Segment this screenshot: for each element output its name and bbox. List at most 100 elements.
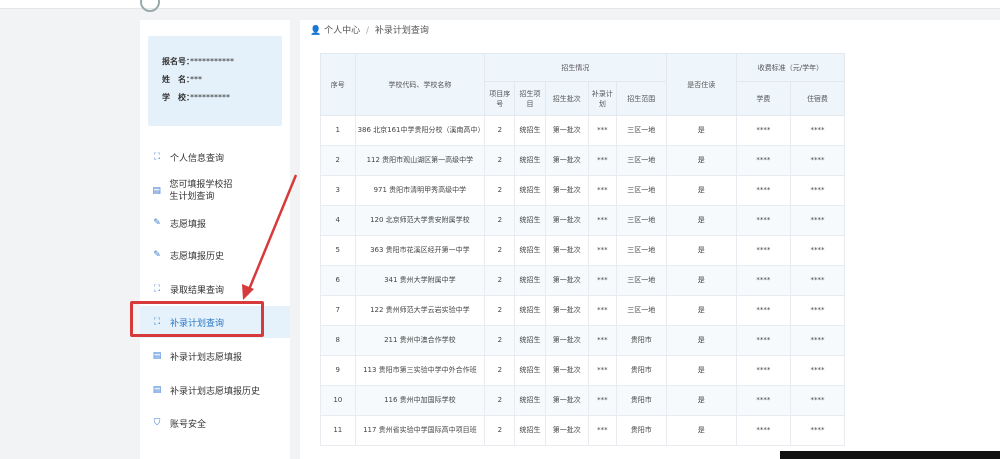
cell-boarding: 是 bbox=[665, 175, 737, 206]
cell-item-seq: 2 bbox=[484, 265, 516, 296]
col-plan: 补录计划 bbox=[587, 81, 617, 116]
cell-tuition: **** bbox=[735, 385, 791, 416]
cell-board-fee: **** bbox=[789, 265, 846, 296]
cell-tuition: **** bbox=[735, 355, 791, 386]
name-value: *** bbox=[190, 75, 202, 84]
school-row: 学 校：********** bbox=[162, 92, 230, 103]
cell-boarding: 是 bbox=[665, 145, 737, 176]
sidebar-item-apply-history[interactable]: ✎ 志愿填报历史 bbox=[140, 248, 290, 262]
breadcrumb: 👤 个人中心 / 补录计划查询 bbox=[310, 23, 429, 36]
cell-plan: *** bbox=[587, 295, 617, 326]
col-seq: 序号 bbox=[320, 53, 356, 116]
table-row: 3 971 贵阳市清明甲秀高级中学 2 统招生 第一批次 *** 三区一地是 **** **** bbox=[320, 175, 846, 206]
cell-tuition: **** bbox=[735, 235, 791, 266]
sidebar-item-apply[interactable]: ✎ 志愿填报 bbox=[140, 216, 290, 230]
cell-plan: *** bbox=[587, 175, 617, 206]
cell-item: 统招生 bbox=[514, 145, 546, 176]
cell-item: 统招生 bbox=[514, 115, 546, 146]
cell-seq: 1 bbox=[320, 115, 356, 146]
cell-boarding: 是 bbox=[665, 235, 737, 266]
cell-batch: 第一批次 bbox=[544, 175, 589, 206]
scan-icon: ⛶ bbox=[153, 284, 161, 294]
sidebar-item-supplement-history[interactable]: ▤ 补录计划志愿填报历史 bbox=[140, 383, 290, 397]
sidebar-item-admission-result[interactable]: ⛶ 录取结果查询 bbox=[140, 282, 290, 296]
highlight-box bbox=[130, 301, 264, 337]
table-row: 7 122 贵州师范大学云岩实验中学 2 统招生 第一批次 *** 三区一地是 **** ***… bbox=[320, 295, 846, 326]
table-row: 11 117 贵州省实验中学国际高中项目班 2 统招生 第一批次 *** 贵阳市是 **** *… bbox=[320, 415, 846, 446]
breadcrumb-current: 补录计划查询 bbox=[374, 26, 429, 36]
cell-seq: 5 bbox=[320, 235, 356, 266]
cell-boarding: 是 bbox=[665, 325, 737, 356]
cell-tuition: **** bbox=[735, 415, 791, 446]
top-header bbox=[0, 0, 1000, 12]
cell-plan: *** bbox=[587, 355, 617, 386]
cell-board-fee: **** bbox=[789, 415, 846, 446]
cell-item: 统招生 bbox=[514, 325, 546, 356]
cell-item: 统招生 bbox=[514, 295, 546, 326]
cell-range: 三区一地 bbox=[615, 175, 667, 206]
cell-boarding: 是 bbox=[665, 415, 737, 446]
cell-item-seq: 2 bbox=[484, 175, 516, 206]
cell-item: 统招生 bbox=[514, 235, 546, 266]
cell-seq: 11 bbox=[320, 415, 356, 446]
supplement-plan-table: 序号 学校代码、学校名称 招生情况 是否住读 收费标准（元/学年） 项目序号 招… bbox=[320, 53, 846, 446]
cell-school: 116 贵州中加国际学校 bbox=[354, 385, 486, 416]
cell-school: 363 贵阳市花溪区经开第一中学 bbox=[354, 235, 486, 266]
cell-board-fee: **** bbox=[789, 145, 846, 176]
cell-range: 贵阳市 bbox=[615, 415, 667, 446]
cell-item: 统招生 bbox=[514, 205, 546, 236]
cell-range: 贵阳市 bbox=[615, 355, 667, 386]
col-fee-group: 收费标准（元/学年） bbox=[735, 53, 846, 82]
col-school: 学校代码、学校名称 bbox=[354, 53, 486, 116]
cell-range: 贵阳市 bbox=[615, 325, 667, 356]
pen-icon: ✎ bbox=[153, 218, 161, 228]
breadcrumb-home[interactable]: 个人中心 bbox=[324, 26, 360, 36]
breadcrumb-separator: / bbox=[365, 26, 370, 36]
sidebar-item-account-security[interactable]: ⛉ 账号安全 bbox=[140, 416, 290, 430]
col-board-fee: 住宿费 bbox=[789, 81, 846, 116]
cell-board-fee: **** bbox=[789, 235, 846, 266]
col-item-seq: 项目序号 bbox=[484, 81, 516, 116]
col-boarding: 是否住读 bbox=[665, 53, 737, 116]
school-label: 学 校： bbox=[162, 93, 194, 102]
cell-item-seq: 2 bbox=[484, 235, 516, 266]
reg-number-row: 报名号：*********** bbox=[162, 56, 234, 67]
cell-batch: 第一批次 bbox=[544, 295, 589, 326]
col-range: 招生范围 bbox=[615, 81, 667, 116]
cell-boarding: 是 bbox=[665, 115, 737, 146]
cell-seq: 6 bbox=[320, 265, 356, 296]
cell-item: 统招生 bbox=[514, 355, 546, 386]
shield-icon: ⛉ bbox=[153, 418, 161, 428]
cell-tuition: **** bbox=[735, 205, 791, 236]
cell-plan: *** bbox=[587, 415, 617, 446]
user-info-card: 报名号：*********** 姓 名：*** 学 校：********** bbox=[148, 36, 282, 126]
cell-school: 971 贵阳市清明甲秀高级中学 bbox=[354, 175, 486, 206]
cell-batch: 第一批次 bbox=[544, 235, 589, 266]
pen-icon: ✎ bbox=[153, 250, 161, 260]
cell-board-fee: **** bbox=[789, 385, 846, 416]
cell-item-seq: 2 bbox=[484, 325, 516, 356]
cell-tuition: **** bbox=[735, 175, 791, 206]
sidebar-item-school-plan[interactable]: ▤ 您可填报学校招生计划查询 bbox=[140, 178, 240, 204]
cell-batch: 第一批次 bbox=[544, 265, 589, 296]
cell-school: 120 北京师范大学贵安附属学校 bbox=[354, 205, 486, 236]
cell-plan: *** bbox=[587, 205, 617, 236]
cell-boarding: 是 bbox=[665, 295, 737, 326]
cell-range: 三区一地 bbox=[615, 295, 667, 326]
cell-range: 三区一地 bbox=[615, 115, 667, 146]
table-body: 1 386 北京161中学贵阳分校（溪南高中） 2 统招生 第一批次 *** 三区一地是 **… bbox=[320, 115, 846, 446]
cell-seq: 10 bbox=[320, 385, 356, 416]
name-label: 姓 名： bbox=[162, 75, 194, 84]
sidebar-item-supplement-apply[interactable]: ▤ 补录计划志愿填报 bbox=[140, 349, 290, 363]
cell-board-fee: **** bbox=[789, 295, 846, 326]
cell-batch: 第一批次 bbox=[544, 145, 589, 176]
cell-school: 117 贵州省实验中学国际高中项目班 bbox=[354, 415, 486, 446]
col-batch: 招生批次 bbox=[544, 81, 589, 116]
cell-batch: 第一批次 bbox=[544, 115, 589, 146]
cell-school: 112 贵阳市观山湖区第一高级中学 bbox=[354, 145, 486, 176]
cell-item-seq: 2 bbox=[484, 355, 516, 386]
logo-icon bbox=[140, 0, 160, 12]
sidebar-item-personal-info[interactable]: ⛶ 个人信息查询 bbox=[140, 150, 290, 164]
cell-plan: *** bbox=[587, 235, 617, 266]
cell-range: 贵阳市 bbox=[615, 385, 667, 416]
